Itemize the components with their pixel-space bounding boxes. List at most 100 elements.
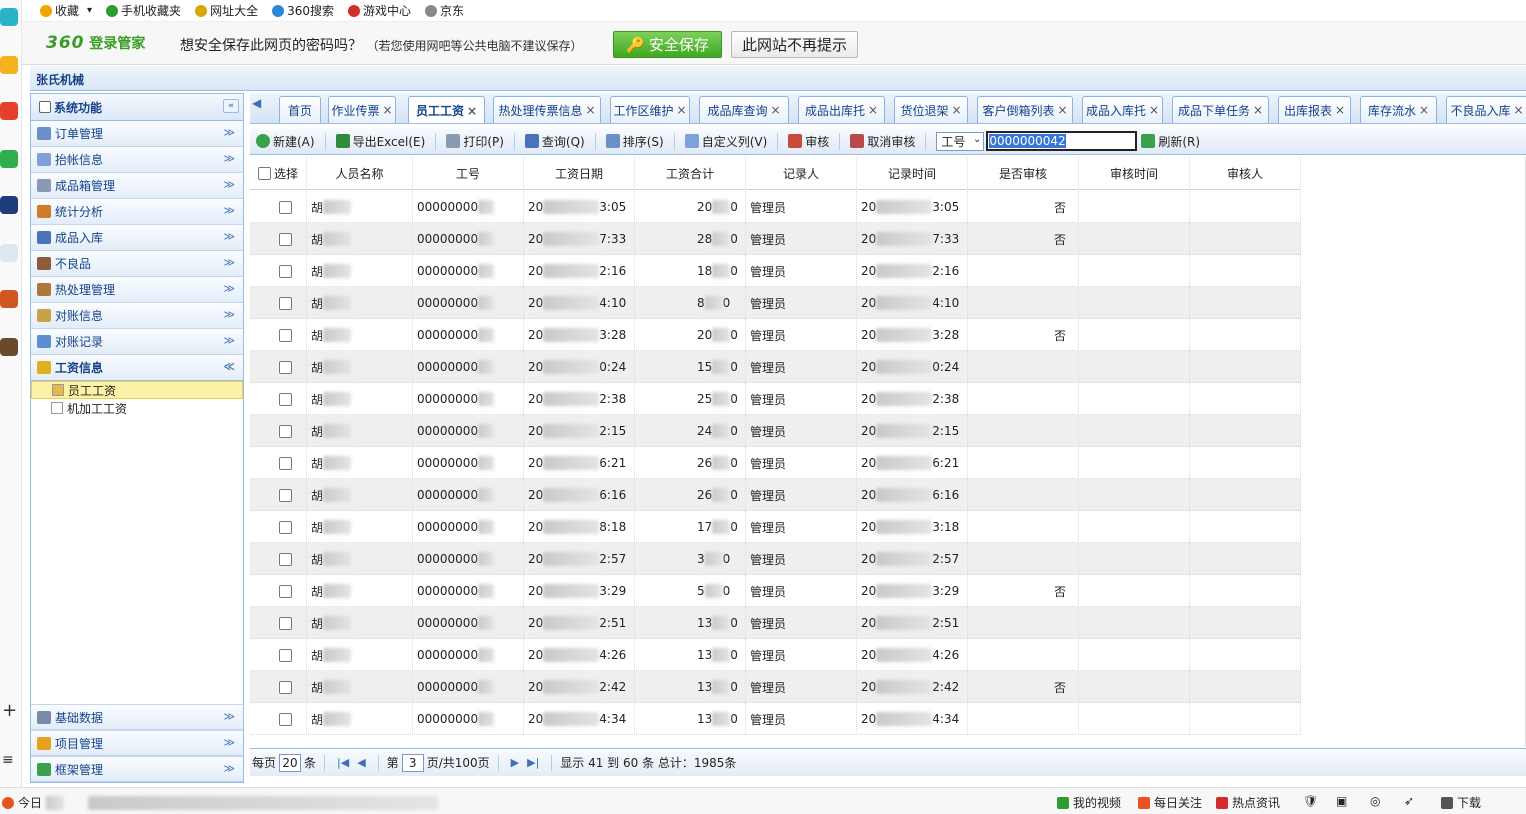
favorite-game[interactable]: 游戏中心 xyxy=(347,2,411,19)
table-row[interactable]: 胡 00000000 20 2:57 3 0 管理员 20 2:57 xyxy=(250,543,1301,575)
column-header[interactable]: 工资合计 xyxy=(635,157,746,190)
nav-subitem-0[interactable]: 员工工资 xyxy=(31,381,243,399)
favorites-icon[interactable] xyxy=(0,56,18,74)
chevron-down-icon[interactable]: ▾ xyxy=(87,5,92,16)
table-row[interactable]: 胡 00000000 20 2:38 25 0 管理员 20 2:38 xyxy=(250,383,1301,415)
table-row[interactable]: 胡 00000000 20 6:21 26 0 管理员 20 6:21 xyxy=(250,447,1301,479)
table-row[interactable]: 胡 00000000 20 0:24 15 0 管理员 20 0:24 xyxy=(250,351,1301,383)
nav-bottom-item-2[interactable]: 框架管理 ≫ xyxy=(31,756,243,782)
row-checkbox[interactable] xyxy=(279,552,292,566)
menu-icon[interactable]: ≡ xyxy=(2,752,14,768)
close-icon[interactable]: × xyxy=(676,103,686,117)
row-select-cell[interactable] xyxy=(250,543,307,575)
row-select-cell[interactable] xyxy=(250,383,307,415)
print-button[interactable]: 打印(P) xyxy=(446,133,504,150)
row-checkbox[interactable] xyxy=(279,424,292,438)
query-button[interactable]: 查询(Q) xyxy=(524,133,585,150)
row-checkbox[interactable] xyxy=(279,680,292,694)
favorite-plus-globe[interactable]: 网址大全 xyxy=(195,2,258,19)
table-row[interactable]: 胡 00000000 20 4:34 13 0 管理员 20 4:34 xyxy=(250,703,1301,735)
add-icon[interactable]: + xyxy=(2,700,17,721)
status-item-2[interactable]: 热点资讯 xyxy=(1216,794,1280,811)
per-page-input[interactable]: 20 xyxy=(279,753,302,772)
row-checkbox[interactable] xyxy=(279,616,292,630)
close-icon[interactable]: × xyxy=(1253,103,1263,117)
row-checkbox[interactable] xyxy=(279,264,292,278)
speed-icon[interactable]: ◎ xyxy=(1370,794,1380,808)
nav-item-0[interactable]: 订单管理 ≫ xyxy=(31,121,243,147)
doc-icon[interactable] xyxy=(0,244,18,262)
row-checkbox[interactable] xyxy=(279,392,292,406)
first-page-icon[interactable]: |◀ xyxy=(337,756,349,769)
tab-7[interactable]: 货位退架 × xyxy=(894,96,968,123)
row-select-cell[interactable] xyxy=(250,639,307,671)
close-icon[interactable]: × xyxy=(1335,103,1345,117)
rocket-icon[interactable]: ➶ xyxy=(1404,794,1414,808)
news-ticker[interactable]: 今日 xyxy=(2,794,439,811)
table-row[interactable]: 胡 00000000 20 6:16 26 0 管理员 20 6:16 xyxy=(250,479,1301,511)
row-select-cell[interactable] xyxy=(250,511,307,543)
secure-save-button[interactable]: 🔑 安全保存 xyxy=(613,31,722,58)
close-icon[interactable]: × xyxy=(770,103,780,117)
favorite-search[interactable]: 360搜索 xyxy=(272,2,334,19)
row-select-cell[interactable] xyxy=(250,447,307,479)
new-button[interactable]: 新建(A) xyxy=(256,133,315,150)
collapse-nav-icon[interactable]: « xyxy=(223,99,239,113)
tab-2[interactable]: 员工工资 × xyxy=(408,96,485,123)
nav-header-checkbox[interactable] xyxy=(39,101,51,113)
nav-bottom-item-1[interactable]: 项目管理 ≫ xyxy=(31,730,243,756)
row-select-cell[interactable] xyxy=(250,703,307,735)
row-checkbox[interactable] xyxy=(279,200,292,214)
game-icon[interactable] xyxy=(0,290,18,308)
table-row[interactable]: 胡 00000000 20 3:29 5 0 管理员 20 3:29 否 xyxy=(250,575,1301,607)
table-row[interactable]: 胡 00000000 20 2:42 13 0 管理员 20 2:42 否 xyxy=(250,671,1301,703)
table-row[interactable]: 胡 00000000 20 3:05 20 0 管理员 20 3:05 否 xyxy=(250,191,1301,223)
row-select-cell[interactable] xyxy=(250,575,307,607)
close-icon[interactable]: × xyxy=(1513,103,1523,117)
close-icon[interactable]: × xyxy=(868,103,878,117)
row-checkbox[interactable] xyxy=(279,296,292,310)
nav-item-7[interactable]: 对账信息 ≫ xyxy=(31,303,243,329)
nav-bottom-item-0[interactable]: 基础数据 ≫ xyxy=(31,704,243,730)
nav-item-2[interactable]: 成品箱管理 ≫ xyxy=(31,173,243,199)
favorite-page[interactable]: 京东 xyxy=(425,2,464,19)
tab-8[interactable]: 客户倒箱列表 × xyxy=(977,96,1073,123)
column-header[interactable]: 审核时间 xyxy=(1079,157,1190,190)
close-icon[interactable]: × xyxy=(1149,103,1159,117)
row-checkbox[interactable] xyxy=(279,488,292,502)
nav-item-3[interactable]: 统计分析 ≫ xyxy=(31,199,243,225)
row-checkbox[interactable] xyxy=(279,648,292,662)
tab-1[interactable]: 作业传票 × xyxy=(328,96,396,123)
close-icon[interactable]: × xyxy=(951,103,961,117)
row-select-cell[interactable] xyxy=(250,223,307,255)
nav-item-salary[interactable]: 工资信息 ≪ xyxy=(31,355,243,381)
nav-item-5[interactable]: 不良品 ≫ xyxy=(31,251,243,277)
column-header[interactable]: 记录时间 xyxy=(857,157,968,190)
row-select-cell[interactable] xyxy=(250,479,307,511)
nav-subitem-1[interactable]: 机加工工资 xyxy=(31,399,243,417)
column-header[interactable]: 审核人 xyxy=(1190,157,1301,190)
video-icon[interactable] xyxy=(0,338,18,356)
row-checkbox[interactable] xyxy=(279,712,292,726)
row-checkbox[interactable] xyxy=(279,328,292,342)
column-header[interactable]: 人员名称 xyxy=(307,157,413,190)
column-header[interactable]: 记录人 xyxy=(746,157,857,190)
row-checkbox[interactable] xyxy=(279,456,292,470)
favorite-star[interactable]: 收藏 ▾ xyxy=(40,2,92,19)
close-icon[interactable]: × xyxy=(382,103,392,117)
row-select-cell[interactable] xyxy=(250,415,307,447)
row-checkbox[interactable] xyxy=(279,584,292,598)
row-select-cell[interactable] xyxy=(250,191,307,223)
nav-item-4[interactable]: 成品入库 ≫ xyxy=(31,225,243,251)
table-row[interactable]: 胡 00000000 20 2:16 18 0 管理员 20 2:16 xyxy=(250,255,1301,287)
column-header[interactable]: 工资日期 xyxy=(524,157,635,190)
tab-10[interactable]: 成品下单任务 × xyxy=(1172,96,1269,123)
table-row[interactable]: 胡 00000000 20 2:51 13 0 管理员 20 2:51 xyxy=(250,607,1301,639)
row-select-cell[interactable] xyxy=(250,607,307,639)
image-icon[interactable]: ▣ xyxy=(1336,794,1347,808)
shield-icon[interactable]: 🛡 xyxy=(1303,794,1318,808)
search-input[interactable]: 0000000042 xyxy=(986,131,1138,151)
custom-columns-button[interactable]: 自定义列(V) xyxy=(684,133,767,150)
tab-13[interactable]: 不良品入库 × xyxy=(1446,96,1526,123)
status-item-1[interactable]: 每日关注 xyxy=(1138,794,1202,811)
